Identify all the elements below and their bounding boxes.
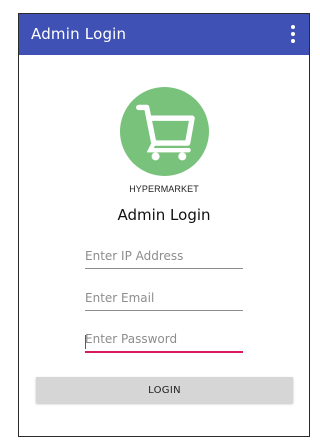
password-field[interactable] [85,329,243,353]
shopping-cart-icon [120,87,209,176]
text-cursor [85,335,86,349]
phone-frame: Admin Login HYPERMARKET Admin Login LOGI… [18,13,310,437]
ip-address-field[interactable] [85,245,243,269]
login-screen: HYPERMARKET Admin Login LOGIN [19,55,309,436]
login-button[interactable]: LOGIN [36,377,293,403]
page-title: Admin Login [117,206,211,224]
brand-name: HYPERMARKET [129,184,199,194]
more-vert-icon[interactable] [289,25,297,45]
app-bar: Admin Login [19,14,309,55]
app-bar-title: Admin Login [31,25,127,43]
email-field[interactable] [85,287,243,311]
